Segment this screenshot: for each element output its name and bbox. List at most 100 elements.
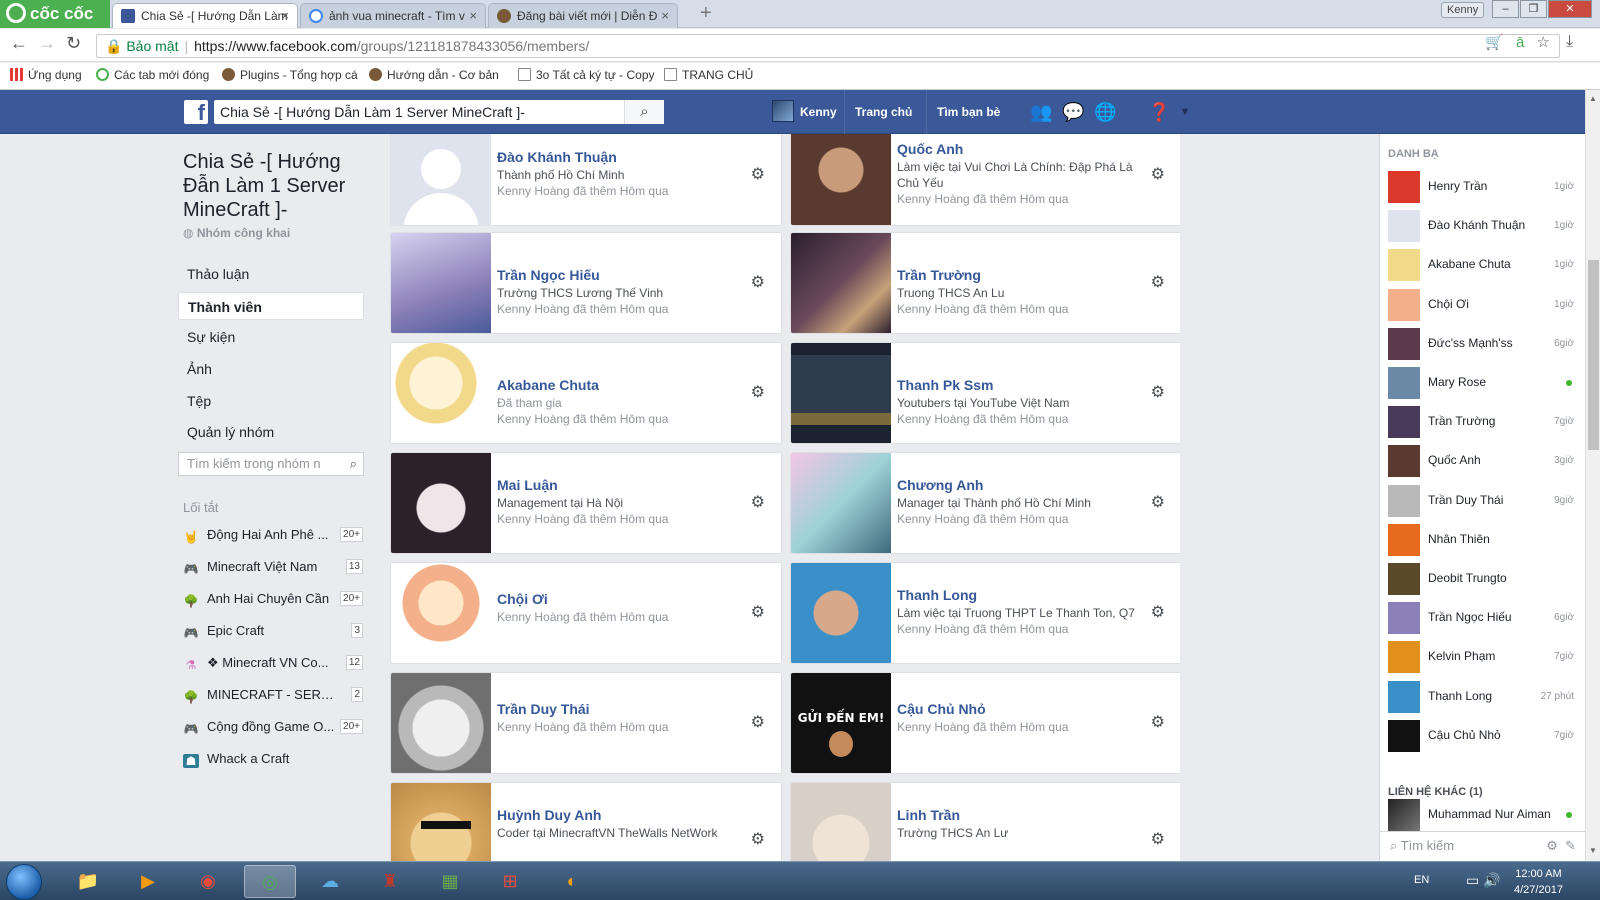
contact-item[interactable]: Chội Ơi 1giờ — [1388, 288, 1574, 322]
gear-icon[interactable]: ⚙ — [751, 602, 765, 622]
nav-photos[interactable]: Ảnh — [178, 355, 364, 383]
contact-item[interactable]: Đào Khánh Thuận 1giờ — [1388, 209, 1574, 243]
game-app-icon[interactable]: ♜ — [364, 865, 416, 898]
browser-logo[interactable]: cốc cốc — [0, 0, 110, 28]
friend-requests-icon[interactable]: 👥 — [1030, 102, 1052, 122]
contact-item[interactable]: Kelvin Phạm 7giờ — [1388, 640, 1574, 674]
shortcut-item[interactable]: 🎮 Minecraft Việt Nam 13 — [183, 557, 363, 577]
gear-icon[interactable]: ⚙ — [751, 382, 765, 402]
contact-item[interactable]: Trần Ngọc Hiếu 6giờ — [1388, 601, 1574, 635]
gear-icon[interactable]: ⚙ — [751, 829, 765, 849]
member-name[interactable]: Quốc Anh — [897, 141, 963, 157]
contact-item[interactable]: Muhammad Nur Aiman — [1388, 798, 1574, 832]
help-icon[interactable]: ❓ — [1148, 102, 1170, 122]
close-tab-icon[interactable]: × — [469, 4, 477, 28]
group-title[interactable]: Chia Sẻ -[ Hướng Đẫn Làm 1 Server MineCr… — [183, 150, 373, 222]
gear-icon[interactable]: ⚙ — [751, 712, 765, 732]
profile-link[interactable]: Kenny — [772, 90, 837, 134]
gear-icon[interactable]: ⚙ — [1151, 829, 1165, 849]
contact-item[interactable]: Henry Trần 1giờ — [1388, 170, 1574, 204]
contact-item[interactable]: Deobit Trungto — [1388, 562, 1574, 596]
member-photo[interactable] — [391, 563, 491, 663]
member-photo[interactable] — [391, 134, 491, 225]
new-tab-button[interactable]: + — [700, 2, 712, 25]
shortcut-item[interactable]: ☗ Whack a Craft — [183, 749, 363, 769]
language-indicator[interactable]: EN — [1414, 874, 1429, 886]
scroll-up-icon[interactable]: ▲ — [1589, 94, 1597, 103]
contact-item[interactable]: Thanh Long 27 phút — [1388, 680, 1574, 714]
tab-forum-post[interactable]: Đăng bài viết mới | Diễn Đ × — [488, 3, 678, 28]
member-name[interactable]: Đào Khánh Thuận — [497, 149, 617, 165]
bookmark-guide[interactable]: Hướng dẫn - Cơ bản — [369, 68, 499, 82]
find-friends-link[interactable]: Tìm bạn bè — [926, 90, 1000, 134]
member-photo[interactable]: GỬI ĐẾN EM! — [791, 673, 891, 773]
bookmark-recent-tabs[interactable]: Các tab mới đóng — [96, 68, 209, 82]
member-photo[interactable] — [391, 453, 491, 553]
contact-item[interactable]: Đức'ss Mạnh'ss 6giờ — [1388, 327, 1574, 361]
member-photo[interactable] — [391, 343, 491, 443]
page-scrollbar[interactable]: ▲ ▼ — [1585, 90, 1600, 861]
file-explorer-icon[interactable]: 📁 — [62, 865, 114, 898]
minimize-button[interactable]: – — [1492, 0, 1519, 18]
shortcut-item[interactable]: 🌳 MINECRAFT - SERV... 2 — [183, 685, 363, 705]
reload-icon[interactable]: ↻ — [66, 33, 81, 54]
contact-item[interactable]: Mary Rose — [1388, 366, 1574, 400]
facebook-logo-icon[interactable]: f — [184, 100, 208, 125]
volume-icon[interactable]: 🔊 — [1483, 872, 1500, 888]
member-name[interactable]: Trần Duy Thái — [497, 701, 590, 717]
member-name[interactable]: Chương Anh — [897, 477, 983, 493]
url-field[interactable]: 🔒 Bảo mật | https://www.facebook.com/group… — [96, 34, 1560, 58]
search-icon[interactable]: ⌕ — [624, 100, 664, 124]
member-photo[interactable] — [391, 233, 491, 333]
member-name[interactable]: Trần Trường — [897, 267, 981, 283]
forward-arrow-icon[interactable]: → — [38, 33, 56, 54]
member-name[interactable]: Akabane Chuta — [497, 377, 599, 393]
notifications-globe-icon[interactable]: 🌐 — [1094, 102, 1116, 122]
member-name[interactable]: Thanh Long — [897, 587, 977, 603]
chat-search-input[interactable]: ⌕ Tìm kiếm ⚙ ✎ — [1380, 831, 1586, 861]
facebook-search-input[interactable]: Chia Sẻ -[ Hướng Dẫn Làm 1 Server MineCr… — [214, 100, 664, 124]
gear-icon[interactable]: ⚙ — [1546, 838, 1558, 853]
member-name[interactable]: Chội Ơi — [497, 591, 548, 607]
contact-item[interactable]: Quốc Anh 3giờ — [1388, 444, 1574, 478]
media-player-icon[interactable]: ▶ — [122, 865, 174, 898]
member-name[interactable]: Cậu Chủ Nhỏ — [897, 701, 986, 717]
maximize-button[interactable]: ❐ — [1520, 0, 1547, 18]
gear-icon[interactable]: ⚙ — [1151, 272, 1165, 292]
minecraft-icon[interactable]: ▦ — [424, 865, 476, 898]
group-search-input[interactable]: Tìm kiếm trong nhóm n ⌕ — [178, 452, 364, 476]
nav-members[interactable]: Thành viên — [178, 292, 364, 320]
coccoc-browser-icon[interactable]: ◎ — [244, 865, 296, 898]
bookmark-home[interactable]: TRANG CHỦ — [664, 68, 753, 82]
member-photo[interactable] — [791, 233, 891, 333]
system-clock[interactable]: 12:00 AM 4/27/2017 — [1514, 866, 1563, 898]
nav-manage-group[interactable]: Quản lý nhóm — [178, 418, 364, 446]
member-name[interactable]: Mai Luận — [497, 477, 558, 493]
shortcut-item[interactable]: 🎮 Cộng đồng Game O... 20+ — [183, 717, 363, 737]
gear-icon[interactable]: ⚙ — [751, 492, 765, 512]
member-photo[interactable] — [791, 783, 891, 861]
bookmark-characters[interactable]: 3o Tất cả ký tự - Copy — [518, 68, 655, 82]
member-photo[interactable] — [391, 673, 491, 773]
member-name[interactable]: Trần Ngọc Hiếu — [497, 267, 600, 283]
member-photo[interactable] — [791, 453, 891, 553]
bookmark-apps[interactable]: Ứng dụng — [10, 68, 82, 82]
member-name[interactable]: Thanh Pk Ssm — [897, 377, 993, 393]
contact-item[interactable]: Akabane Chuta 1giờ — [1388, 248, 1574, 282]
gear-icon[interactable]: ⚙ — [1151, 602, 1165, 622]
shortcut-item[interactable]: 🎮 Epic Craft 3 — [183, 621, 363, 641]
home-link[interactable]: Trang chủ — [844, 90, 912, 134]
member-photo[interactable] — [791, 343, 891, 443]
download-icon[interactable]: ⤓ — [1566, 33, 1573, 51]
compose-icon[interactable]: ✎ — [1565, 838, 1576, 853]
messenger-icon[interactable]: 💬 — [1062, 102, 1084, 122]
cloud-download-icon[interactable]: ☁ — [304, 865, 356, 898]
gear-icon[interactable]: ⚙ — [1151, 492, 1165, 512]
translate-icon[interactable]: ā — [1516, 34, 1524, 51]
bookmark-star-icon[interactable]: ☆ — [1537, 34, 1550, 51]
tab-google-search[interactable]: ảnh vua minecraft - Tìm v × — [300, 3, 486, 28]
shortcut-item[interactable]: 🌳 Anh Hai Chuyên Cần 20+ — [183, 589, 363, 609]
gear-icon[interactable]: ⚙ — [1151, 712, 1165, 732]
member-photo[interactable] — [791, 563, 891, 663]
nav-events[interactable]: Sự kiện — [178, 323, 364, 351]
